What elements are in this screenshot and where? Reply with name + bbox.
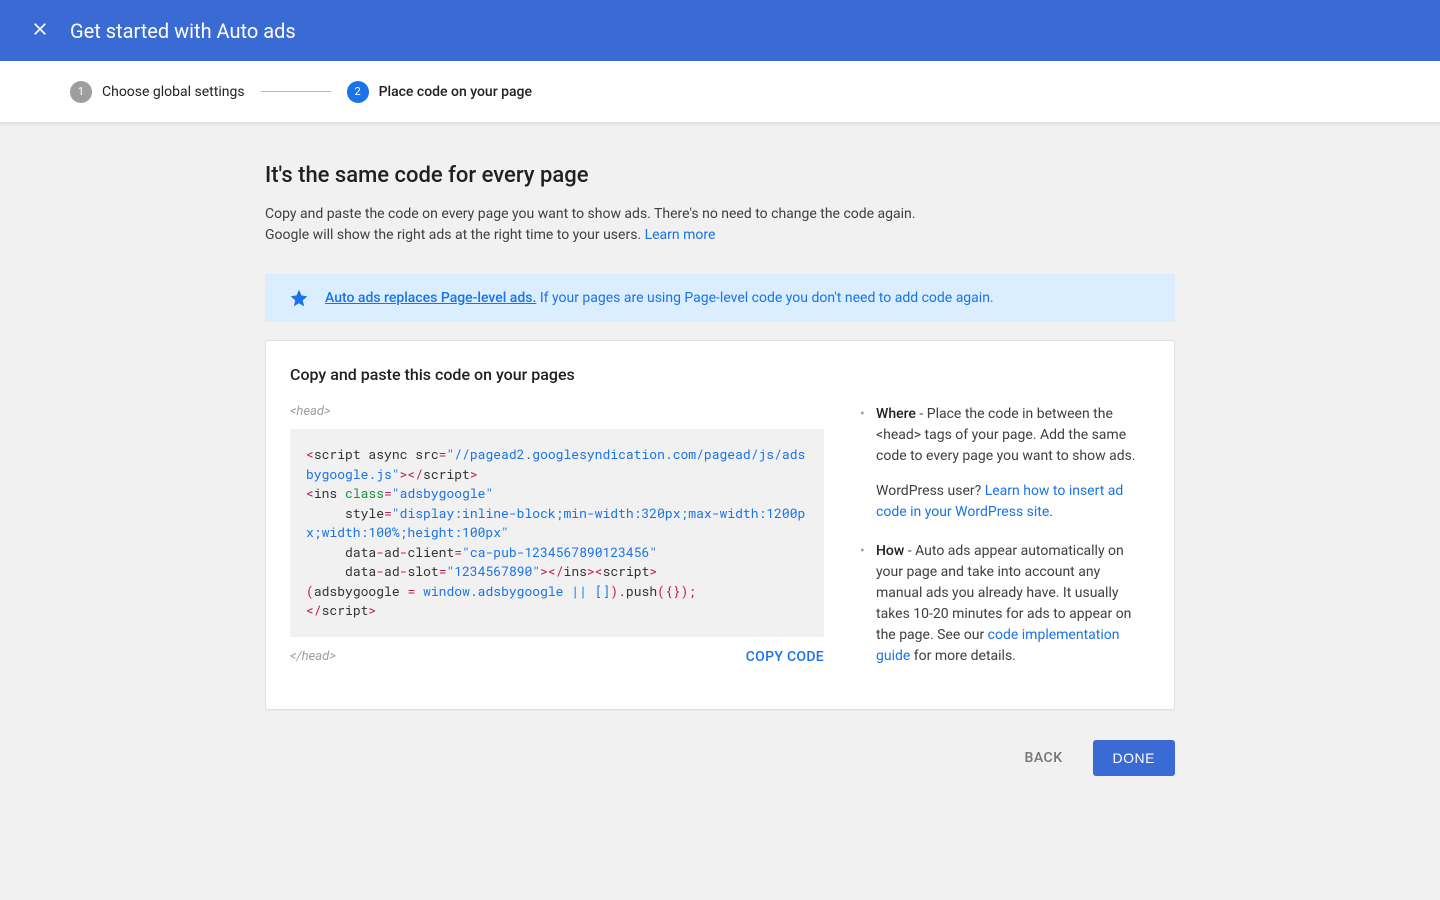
help-column: Where - Place the code in between the <h…: [860, 404, 1150, 685]
code-column: <head> <script async src="//pagead2.goog…: [290, 404, 824, 685]
copy-code-button[interactable]: COPY CODE: [746, 649, 824, 665]
banner-text: If your pages are using Page-level code …: [536, 290, 993, 306]
close-icon: [31, 20, 49, 42]
how-tail: for more details.: [910, 648, 1016, 664]
where-label: Where: [876, 406, 916, 422]
banner-link[interactable]: Auto ads replaces Page-level ads.: [325, 290, 536, 306]
wp-prefix: WordPress user?: [876, 483, 985, 499]
step-1-circle: 1: [70, 81, 92, 103]
dialog-title: Get started with Auto ads: [70, 19, 296, 43]
head-open-tag: <head>: [290, 404, 824, 419]
wizard-actions: BACK DONE: [265, 740, 1175, 776]
head-close-tag: </head>: [290, 649, 336, 664]
back-button[interactable]: BACK: [1015, 740, 1073, 776]
star-icon: [289, 288, 309, 308]
code-snippet[interactable]: <script async src="//pagead2.googlesyndi…: [290, 429, 824, 637]
info-banner: Auto ads replaces Page-level ads. If you…: [265, 274, 1175, 322]
desc-line-2: Google will show the right ads at the ri…: [265, 227, 645, 243]
done-button[interactable]: DONE: [1093, 740, 1175, 776]
close-button[interactable]: [24, 15, 56, 47]
step-2-circle: 2: [347, 81, 369, 103]
page-title: It's the same code for every page: [265, 163, 1175, 188]
help-how: How - Auto ads appear automatically on y…: [860, 541, 1150, 667]
card-title: Copy and paste this code on your pages: [290, 365, 1150, 384]
step-2: 2 Place code on your page: [347, 81, 532, 103]
how-label: How: [876, 543, 904, 559]
step-connector: [261, 91, 331, 92]
dialog-header: Get started with Auto ads: [0, 0, 1440, 61]
learn-more-link[interactable]: Learn more: [645, 227, 716, 243]
step-1-label: Choose global settings: [102, 84, 245, 100]
code-card: Copy and paste this code on your pages <…: [265, 340, 1175, 710]
page-description: Copy and paste the code on every page yo…: [265, 204, 1175, 246]
main-content: It's the same code for every page Copy a…: [265, 163, 1175, 776]
help-where: Where - Place the code in between the <h…: [860, 404, 1150, 523]
step-1[interactable]: 1 Choose global settings: [70, 81, 245, 103]
desc-line-1: Copy and paste the code on every page yo…: [265, 206, 915, 222]
stepper: 1 Choose global settings 2 Place code on…: [0, 61, 1440, 123]
step-2-label: Place code on your page: [379, 84, 532, 100]
